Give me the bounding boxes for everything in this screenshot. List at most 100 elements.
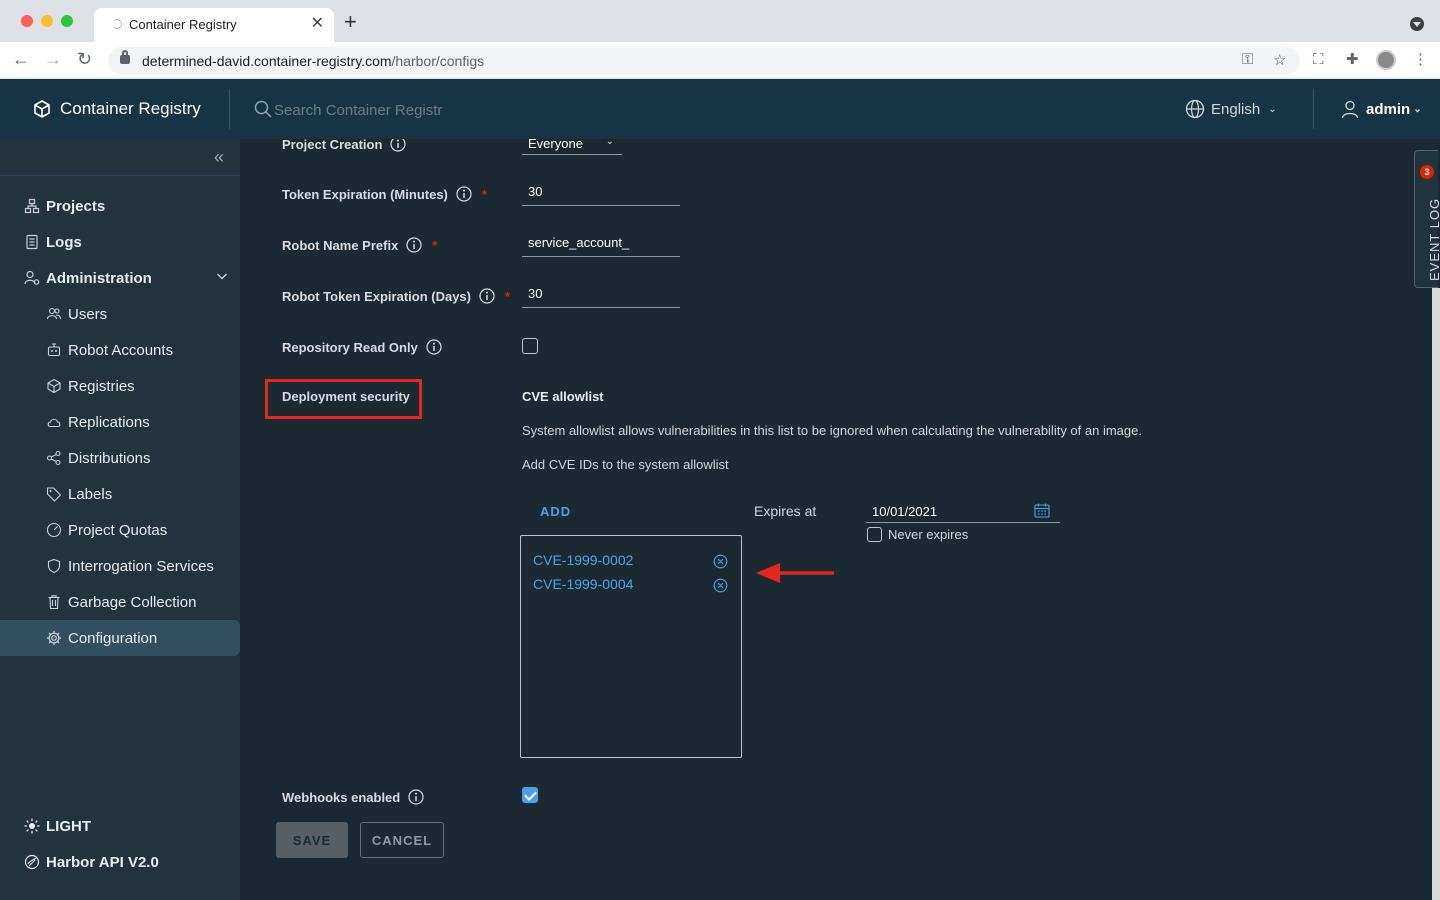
robot-name-prefix-label: Robot Name Prefix * <box>282 237 437 253</box>
event-log-tab[interactable]: 3 EVENT LOG <box>1414 150 1440 288</box>
info-icon[interactable] <box>406 237 422 253</box>
sidebar-item-interrogation-services[interactable]: Interrogation Services <box>0 548 240 584</box>
field-label-text: Token Expiration (Minutes) <box>282 186 448 202</box>
cve-list-item: CVE-1999-0002 <box>533 552 634 568</box>
project-creation-select[interactable]: Everyone ⌄ <box>522 139 622 155</box>
never-expires-checkbox[interactable] <box>867 527 882 542</box>
sidebar-item-projects[interactable]: Projects <box>0 188 240 224</box>
chevron-down-icon: ⌄ <box>605 139 614 147</box>
users-icon <box>46 307 62 320</box>
api-explorer-link[interactable]: Harbor API V2.0 <box>24 852 159 872</box>
sidebar-item-label: Users <box>68 305 108 323</box>
back-button[interactable]: ← <box>12 48 30 70</box>
required-marker: * <box>481 186 487 202</box>
sidebar-item-project-quotas[interactable]: Project Quotas <box>0 512 240 548</box>
global-search-input[interactable] <box>274 99 474 121</box>
info-icon[interactable] <box>408 789 424 805</box>
sidebar-item-label: Garbage Collection <box>68 593 197 611</box>
api-icon <box>24 854 40 870</box>
robot-name-prefix-input[interactable]: service_account_ <box>522 231 680 257</box>
profile-avatar[interactable] <box>1376 50 1396 70</box>
browser-tab-bar: Container Registry ✕ + <box>0 0 1440 42</box>
event-log-label: EVENT LOG <box>1427 197 1440 281</box>
webhooks-enabled-label: Webhooks enabled <box>282 789 424 805</box>
sidebar-item-distributions[interactable]: Distributions <box>0 440 240 476</box>
expires-at-label: Expires at <box>754 503 817 519</box>
loading-icon <box>112 19 122 29</box>
sidebar-item-label: Robot Accounts <box>68 341 174 359</box>
robot-icon <box>47 343 61 357</box>
sidebar-divider <box>0 175 240 176</box>
window-zoom-button[interactable] <box>61 15 73 27</box>
project-creation-label: Project Creation <box>282 139 407 152</box>
configuration-panel: Project Creation Everyone ⌄ Token Expira… <box>240 139 1440 900</box>
sidebar-item-label: Administration <box>46 269 152 287</box>
never-expires-label: Never expires <box>888 527 969 542</box>
browser-tab[interactable]: Container Registry ✕ <box>94 8 334 42</box>
sidebar-item-labels[interactable]: Labels <box>0 476 240 512</box>
extensions-icon[interactable]: ✚ <box>1346 51 1359 69</box>
collapse-sidebar-icon[interactable]: « <box>214 147 224 167</box>
expires-date-input[interactable]: 10/01/2021 <box>866 499 1060 523</box>
tab-search-icon[interactable] <box>1410 17 1424 31</box>
arrow-annotation-icon <box>756 563 834 583</box>
search-icon <box>254 100 272 118</box>
url-host: determined-david.container-registry.com <box>142 53 392 69</box>
robot-token-expiration-label: Robot Token Expiration (Days) * <box>282 288 510 304</box>
forward-button[interactable]: → <box>44 48 62 70</box>
sidebar-item-administration[interactable]: Administration <box>0 260 240 296</box>
sidebar-item-label: Registries <box>68 377 135 395</box>
add-cve-button[interactable]: ADD <box>540 504 571 519</box>
new-tab-button[interactable]: + <box>344 11 357 33</box>
star-icon[interactable]: ☆ <box>1273 51 1286 69</box>
info-icon[interactable] <box>426 339 442 355</box>
sidebar-item-users[interactable]: Users <box>0 296 240 332</box>
remove-cve-icon[interactable] <box>713 554 728 569</box>
calendar-icon[interactable] <box>1034 503 1050 518</box>
header-divider <box>1313 89 1314 129</box>
sidebar-item-robot-accounts[interactable]: Robot Accounts <box>0 332 240 368</box>
screen-capture-icon[interactable]: ⛶ <box>1313 51 1324 69</box>
theme-toggle[interactable]: LIGHT <box>24 816 91 836</box>
language-selector[interactable]: English ⌄ <box>1185 99 1277 119</box>
brand-title[interactable]: Container Registry <box>60 99 201 119</box>
lock-icon[interactable] <box>120 50 130 64</box>
webhooks-enabled-checkbox[interactable] <box>522 787 538 803</box>
repository-read-only-checkbox[interactable] <box>522 338 538 354</box>
date-value: 10/01/2021 <box>872 504 938 519</box>
robot-token-expiration-input[interactable]: 30 <box>522 282 680 308</box>
address-bar[interactable]: determined-david.container-registry.com/… <box>108 47 1300 75</box>
window-close-button[interactable] <box>21 15 33 27</box>
sidebar-item-logs[interactable]: Logs <box>0 224 240 260</box>
remove-cve-icon[interactable] <box>713 578 728 593</box>
user-menu[interactable]: admin ⌄ <box>1340 99 1422 119</box>
required-marker: * <box>505 288 511 304</box>
cve-list-item: CVE-1999-0004 <box>533 576 634 592</box>
info-icon[interactable] <box>390 139 407 152</box>
sidebar-item-configuration[interactable]: Configuration <box>0 620 240 656</box>
cve-allowlist-box: CVE-1999-0002 CVE-1999-0004 <box>520 535 742 758</box>
field-label-text: Repository Read Only <box>282 339 418 355</box>
chevron-down-icon <box>217 273 227 280</box>
sidebar-item-label: Distributions <box>68 449 151 467</box>
browser-toolbar: ← → ↻ determined-david.container-registr… <box>0 42 1440 79</box>
reload-button[interactable]: ↻ <box>77 48 92 70</box>
tab-close-icon[interactable]: ✕ <box>311 15 324 33</box>
info-icon[interactable] <box>479 288 495 304</box>
tag-icon <box>46 487 62 502</box>
sidebar-item-registries[interactable]: Registries <box>0 368 240 404</box>
more-menu-icon[interactable]: ⋮ <box>1413 51 1428 69</box>
cancel-button[interactable]: CANCEL <box>360 822 444 858</box>
sidebar-item-garbage-collection[interactable]: Garbage Collection <box>0 584 240 620</box>
select-value: Everyone <box>528 139 583 151</box>
sidebar: « Projects Logs Administration Users Rob… <box>0 139 240 900</box>
sidebar-item-label: Replications <box>68 413 150 431</box>
tab-title: Container Registry <box>129 17 237 32</box>
token-expiration-input[interactable]: 30 <box>522 180 680 206</box>
window-minimize-button[interactable] <box>41 15 53 27</box>
page-scrollbar[interactable] <box>1432 288 1440 900</box>
sidebar-item-replications[interactable]: Replications <box>0 404 240 440</box>
key-icon[interactable]: ⚿ <box>1242 51 1253 68</box>
save-button[interactable]: SAVE <box>276 822 348 858</box>
info-icon[interactable] <box>456 186 472 202</box>
